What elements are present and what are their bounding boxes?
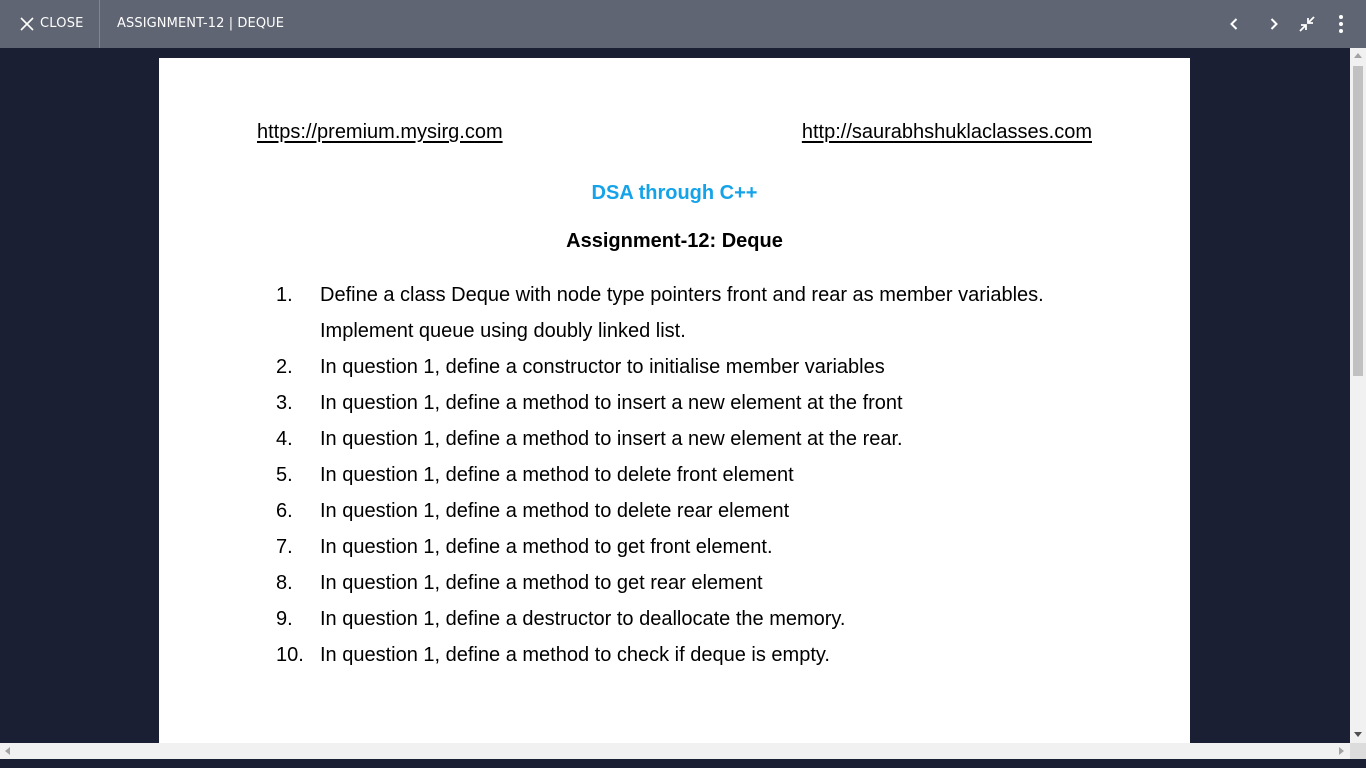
more-vert-icon[interactable] bbox=[1329, 12, 1353, 36]
horizontal-scrollbar[interactable] bbox=[0, 743, 1350, 759]
list-item: 2. In question 1, define a constructor t… bbox=[276, 349, 1076, 385]
scrollbar-corner bbox=[1350, 743, 1366, 759]
question-number: 2. bbox=[276, 356, 293, 378]
toolbar-divider bbox=[99, 0, 100, 48]
vertical-scrollbar-thumb[interactable] bbox=[1353, 66, 1363, 376]
scroll-down-arrow-icon[interactable] bbox=[1354, 732, 1362, 737]
list-item: 1. Define a class Deque with node type p… bbox=[276, 277, 1076, 349]
page-title: Assignment-12: Deque bbox=[566, 230, 783, 252]
scroll-right-arrow-icon[interactable] bbox=[1339, 747, 1344, 755]
classes-link[interactable]: http://saurabhshuklaclasses.com bbox=[802, 121, 1092, 144]
document-viewer[interactable]: https://premium.mysirg.com http://saurab… bbox=[0, 48, 1350, 743]
list-item: 6. In question 1, define a method to del… bbox=[276, 493, 1076, 529]
question-text: In question 1, define a constructor to i… bbox=[320, 356, 885, 378]
chevron-right-icon[interactable] bbox=[1262, 12, 1286, 36]
question-number: 10. bbox=[276, 644, 304, 666]
list-item: 4. In question 1, define a method to ins… bbox=[276, 421, 1076, 457]
scroll-up-arrow-icon[interactable] bbox=[1354, 53, 1362, 58]
chevron-left-icon[interactable] bbox=[1222, 12, 1246, 36]
question-number: 4. bbox=[276, 428, 293, 450]
exit-fullscreen-icon[interactable] bbox=[1295, 12, 1319, 36]
document-subject: DSA through C++ bbox=[591, 182, 758, 204]
question-text: In question 1, define a method to get fr… bbox=[320, 536, 773, 558]
question-number: 1. bbox=[276, 284, 293, 306]
list-item: 8. In question 1, define a method to get… bbox=[276, 565, 1076, 601]
question-number: 3. bbox=[276, 392, 293, 414]
list-item: 5. In question 1, define a method to del… bbox=[276, 457, 1076, 493]
list-item: 3. In question 1, define a method to ins… bbox=[276, 385, 1076, 421]
question-text: In question 1, define a method to insert… bbox=[320, 392, 903, 414]
document-title: ASSIGNMENT-12 | DEQUE bbox=[117, 16, 285, 31]
premium-link[interactable]: https://premium.mysirg.com bbox=[257, 121, 503, 144]
question-number: 8. bbox=[276, 572, 293, 594]
question-text: In question 1, define a method to insert… bbox=[320, 428, 903, 450]
viewer-toolbar: CLOSE ASSIGNMENT-12 | DEQUE bbox=[0, 0, 1366, 48]
list-item: 7. In question 1, define a method to get… bbox=[276, 529, 1076, 565]
question-number: 5. bbox=[276, 464, 293, 486]
question-text: In question 1, define a method to delete… bbox=[320, 500, 790, 522]
question-text: In question 1, define a method to get re… bbox=[320, 572, 763, 594]
question-list: 1. Define a class Deque with node type p… bbox=[276, 277, 1076, 673]
question-text-continued: Implement queue using doubly linked list… bbox=[320, 320, 686, 342]
question-number: 7. bbox=[276, 536, 293, 558]
question-text: In question 1, define a method to check … bbox=[320, 644, 830, 666]
question-number: 9. bbox=[276, 608, 293, 630]
list-item: 9. In question 1, define a destructor to… bbox=[276, 601, 1076, 637]
question-text: In question 1, define a method to delete… bbox=[320, 464, 794, 486]
scroll-left-arrow-icon[interactable] bbox=[5, 747, 10, 755]
question-text: In question 1, define a destructor to de… bbox=[320, 608, 846, 630]
close-icon bbox=[20, 17, 34, 31]
document-page: https://premium.mysirg.com http://saurab… bbox=[159, 58, 1190, 743]
list-item: 10. In question 1, define a method to ch… bbox=[276, 637, 1076, 673]
close-label: CLOSE bbox=[40, 16, 84, 31]
vertical-scrollbar[interactable] bbox=[1350, 48, 1366, 743]
bottom-strip bbox=[0, 759, 1366, 768]
question-number: 6. bbox=[276, 500, 293, 522]
question-text: Define a class Deque with node type poin… bbox=[320, 284, 1044, 306]
close-button[interactable]: CLOSE bbox=[0, 0, 99, 48]
